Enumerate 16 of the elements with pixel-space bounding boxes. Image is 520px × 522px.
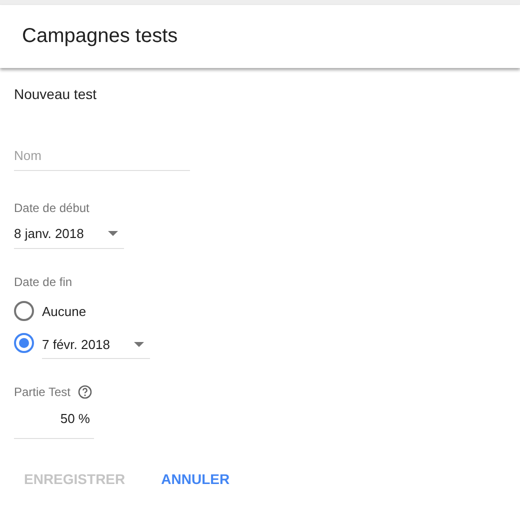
form-title: Nouveau test (14, 86, 98, 102)
percentage-field[interactable]: 50 % (14, 399, 94, 439)
cancel-button[interactable]: ANNULER (149, 463, 242, 495)
radio-button[interactable] (14, 301, 34, 321)
field-label: Date de début (14, 201, 90, 215)
help-icon[interactable] (78, 385, 92, 399)
radio-label: Aucune (42, 304, 86, 318)
date-dropdown[interactable]: 7 févr. 2018 (42, 331, 150, 359)
caret-icon (134, 342, 144, 347)
caret-icon (108, 231, 118, 236)
date-dropdown[interactable]: 8 janv. 2018 (14, 219, 124, 249)
radio-button[interactable] (14, 333, 34, 353)
name-field[interactable]: Nom (14, 141, 190, 171)
field-label: Date de fin (14, 275, 74, 289)
field-label: Partie Test (14, 385, 70, 399)
page-title: Campagnes tests (22, 25, 178, 48)
